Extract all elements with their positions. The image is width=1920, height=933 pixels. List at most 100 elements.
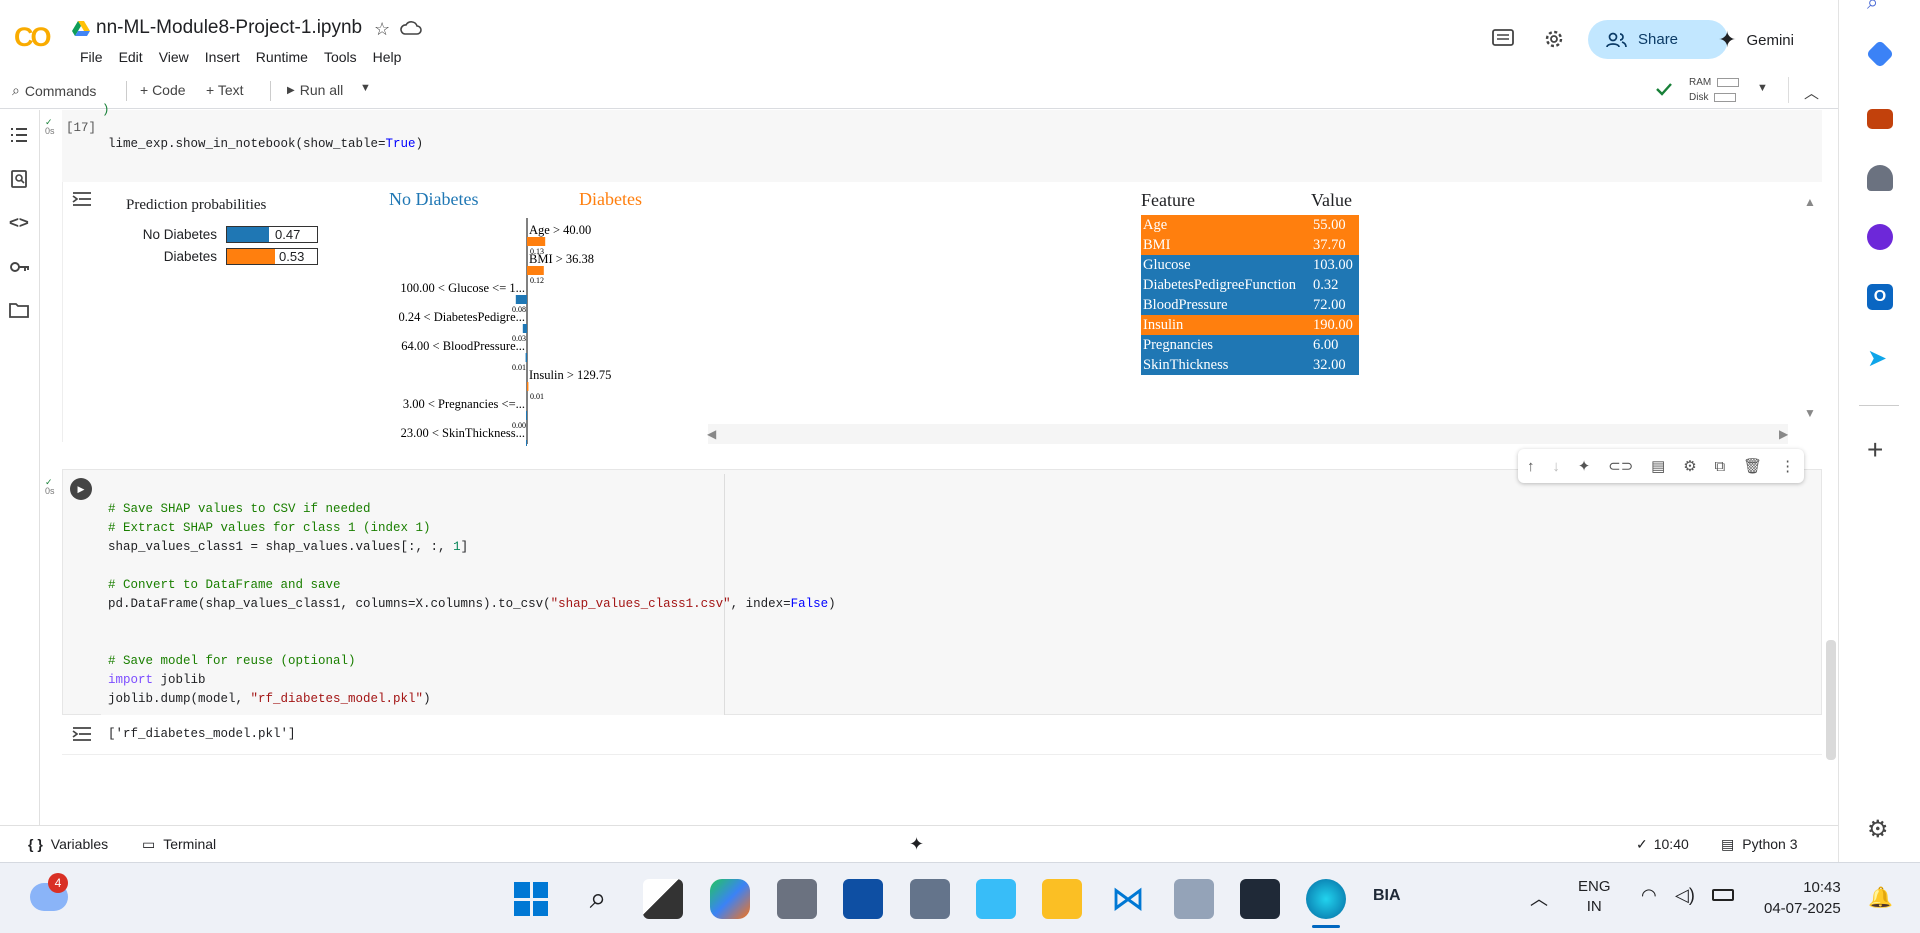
pred-value: 0.47 <box>275 227 301 242</box>
lang-label: ENG <box>1578 878 1611 895</box>
menu-view[interactable]: View <box>151 47 197 67</box>
tag-icon[interactable] <box>1865 39 1895 69</box>
pred-label: No Diabetes <box>142 227 217 242</box>
resource-monitor[interactable]: RAM Disk <box>1689 75 1740 105</box>
cell18-code[interactable]: # Save SHAP values to CSV if needed # Ext… <box>108 481 836 728</box>
commands-label: Commands <box>24 82 97 99</box>
more-vert-icon[interactable]: ⋮ <box>1780 457 1795 475</box>
run-all-button[interactable]: ▶ Run all <box>287 82 343 98</box>
delete-icon[interactable]: 🗑 <box>1743 457 1762 475</box>
exec-time[interactable]: ✓ 10:40 <box>1636 836 1689 853</box>
menu-runtime[interactable]: Runtime <box>248 47 316 67</box>
wifi-icon[interactable]: ◠ <box>1641 885 1657 906</box>
gear-icon[interactable] <box>1543 28 1565 50</box>
cloud-icon[interactable] <box>400 20 422 36</box>
gemini-sparkle-icon[interactable]: ✦ <box>1578 457 1591 475</box>
photos-icon[interactable] <box>976 879 1016 919</box>
menu-help[interactable]: Help <box>365 47 410 67</box>
find-icon[interactable] <box>9 169 31 191</box>
scroll-right-icon[interactable]: ▶ <box>1779 427 1788 441</box>
move-down-icon[interactable]: ↓ <box>1552 458 1560 475</box>
notebook-title[interactable]: nn-ML-Module8-Project-1.ipynb <box>96 17 362 39</box>
code-snippets-icon[interactable]: <> <box>9 213 31 235</box>
output-toggle-icon[interactable] <box>71 190 93 208</box>
outlook-icon[interactable]: O <box>1867 284 1893 310</box>
toolbox-icon[interactable] <box>1867 109 1893 129</box>
menu-insert[interactable]: Insert <box>197 47 248 67</box>
collapse-chevron-icon[interactable]: ︿ <box>1804 82 1819 103</box>
people-icon <box>1606 32 1627 47</box>
start-button[interactable] <box>511 879 551 919</box>
variables-button[interactable]: { } Variables <box>28 836 108 852</box>
notebook-scrollbar[interactable] <box>1826 640 1836 760</box>
settings-icon[interactable]: ⚙ <box>1683 457 1696 475</box>
commands-button[interactable]: ⌕ Commands <box>12 82 96 99</box>
key-icon[interactable] <box>9 257 31 279</box>
toc-icon[interactable] <box>9 125 31 147</box>
link-icon[interactable]: ⊂⊃ <box>1608 457 1633 475</box>
scroll-down-icon[interactable]: ▼ <box>1804 406 1816 420</box>
settings-icon[interactable]: ⚙ <box>1867 815 1893 843</box>
star-icon[interactable]: ☆ <box>374 19 390 40</box>
cell17-code[interactable]: lime_exp.show_in_notebook(show_table=Tru… <box>108 137 423 151</box>
clock-time: 10:43 <box>1803 879 1841 896</box>
feature-label: Age > 40.00 <box>529 223 591 237</box>
code-line: # Convert to DataFrame and save <box>108 578 341 592</box>
output-toggle-icon[interactable] <box>71 725 93 743</box>
copilot-icon[interactable] <box>710 879 750 919</box>
language-indicator[interactable]: ENG IN <box>1578 877 1611 917</box>
move-up-icon[interactable]: ↑ <box>1527 458 1535 475</box>
menu-tools[interactable]: Tools <box>316 47 365 67</box>
network-app-icon[interactable] <box>1174 879 1214 919</box>
send-icon[interactable]: ➤ <box>1867 344 1893 372</box>
edge-icon[interactable] <box>1306 879 1346 919</box>
pred-label: Diabetes <box>163 249 217 264</box>
class-left-label: No Diabetes <box>389 189 479 209</box>
chevron-up-icon[interactable]: ︿ <box>1530 885 1548 911</box>
bia-app-label[interactable]: BIA <box>1373 887 1401 905</box>
notification-bell-icon[interactable]: 🔔 <box>1868 885 1893 910</box>
comment-icon[interactable]: ▤ <box>1651 457 1665 475</box>
add-text-button[interactable]: + Text <box>206 82 244 98</box>
horizontal-scrollbar[interactable] <box>708 424 1788 444</box>
add-icon[interactable]: + <box>1867 436 1893 464</box>
file-explorer-icon[interactable] <box>1042 879 1082 919</box>
runtime-button[interactable]: ▤ Python 3 <box>1721 836 1798 853</box>
run-all-dropdown-icon[interactable]: ▼ <box>360 82 371 94</box>
comment-icon[interactable] <box>1492 29 1514 49</box>
task-view-icon[interactable] <box>643 879 683 919</box>
run-cell-button[interactable]: ▶ <box>70 478 92 500</box>
calculator-icon[interactable] <box>910 879 950 919</box>
volume-icon[interactable]: ◁) <box>1675 885 1695 906</box>
battery-icon[interactable] <box>1712 889 1734 901</box>
feature-value-table: Feature Value Age 55.00 BMI 37.70 Glucose 1… <box>1141 190 1359 375</box>
resources-dropdown-icon[interactable]: ▼ <box>1757 82 1768 94</box>
folder-icon[interactable] <box>9 301 31 323</box>
colab-logo[interactable]: CO <box>14 22 51 53</box>
menu-edit[interactable]: Edit <box>111 47 151 67</box>
terminal-button[interactable]: ▭ Terminal <box>142 836 216 853</box>
clock[interactable]: 10:43 04-07-2025 <box>1764 877 1841 919</box>
terminal-app-icon[interactable] <box>1240 879 1280 919</box>
table-body: Age 55.00 BMI 37.70 Glucose 103.00 Diabetes… <box>1141 215 1359 375</box>
vscode-icon[interactable]: ⋈ <box>1108 879 1148 919</box>
table-row: SkinThickness 32.00 <box>1141 355 1359 375</box>
scroll-left-icon[interactable]: ◀ <box>707 427 716 441</box>
braces-icon: { } <box>28 836 43 852</box>
mirror-cell-icon[interactable]: ⧉ <box>1715 458 1726 475</box>
cell18-output <box>62 715 1822 755</box>
gemini-button[interactable]: ✦ Gemini <box>1718 27 1794 53</box>
games-icon[interactable] <box>1867 165 1893 191</box>
share-button[interactable]: Share <box>1588 20 1728 59</box>
scroll-up-icon[interactable]: ▲ <box>1804 195 1816 209</box>
pred-bar-fill <box>227 249 275 264</box>
copilot-icon[interactable] <box>1867 224 1893 250</box>
connected-check-icon <box>1655 80 1673 98</box>
remote-desktop-icon[interactable] <box>777 879 817 919</box>
search-icon[interactable]: ⌕ <box>1867 0 1893 18</box>
add-code-button[interactable]: + Code <box>140 82 186 98</box>
menu-file[interactable]: File <box>72 47 111 67</box>
store-icon[interactable] <box>843 879 883 919</box>
gemini-sparkle-icon[interactable]: ✦ <box>909 834 924 855</box>
search-icon[interactable]: ⌕ <box>578 879 618 919</box>
